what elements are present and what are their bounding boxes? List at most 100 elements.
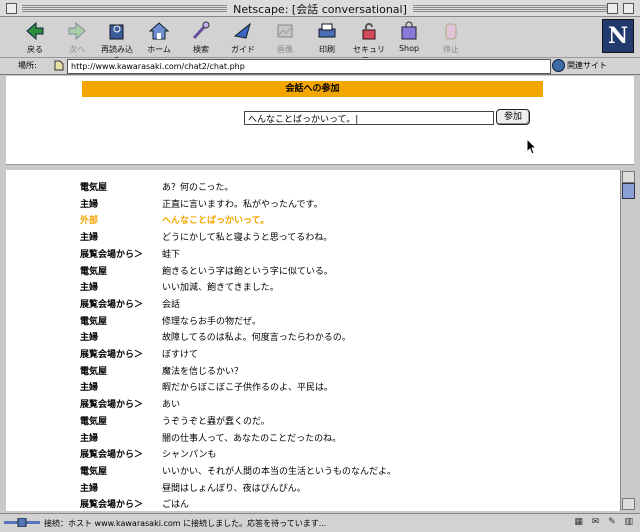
chat-speaker: 電気屋	[80, 416, 108, 427]
chat-message: どうにかして私と寝ようと思ってるわね。	[162, 233, 333, 244]
status-text: 接続：ホスト www.kawarasaki.com に接続しました。応答を待って…	[44, 519, 327, 528]
home-button[interactable]: ホーム	[140, 20, 178, 55]
shop-label: Shop	[398, 44, 420, 53]
chat-speaker: 電気屋	[80, 266, 108, 277]
chat-message: 修理ならお手の物だぜ。	[162, 316, 262, 327]
status-bar: 接続：ホスト www.kawarasaki.com に接続しました。応答を待って…	[0, 513, 640, 532]
chat-speaker: 展覧会場から＞	[80, 350, 144, 360]
chat-row: 電気屋 いいかい、それが人間の本当の生活というものなんだよ。	[6, 460, 620, 477]
join-frame: 会話への参加 参加	[6, 76, 634, 164]
chat-message: ごはん	[162, 500, 190, 511]
message-input[interactable]	[244, 111, 494, 125]
home-icon	[148, 22, 170, 40]
chat-message: 会話	[162, 299, 181, 310]
chat-log-frame: 電気屋 あ？何のこった。 主婦 正直に言いますわ。私がやったんです。 外部 へんなことばっ…	[6, 170, 620, 511]
guide-button[interactable]: ガイド	[224, 20, 262, 55]
join-banner: 会話への参加	[82, 81, 543, 97]
scroll-up-arrow[interactable]	[622, 171, 635, 183]
images-icon	[277, 24, 293, 38]
images-button[interactable]: 画像	[266, 20, 304, 55]
chat-row: 電気屋 飽きるという字は飽という字に似ている。	[6, 260, 620, 277]
stop-icon	[445, 23, 457, 40]
print-button[interactable]: 印刷	[308, 20, 346, 55]
security-lock-icon	[362, 23, 376, 40]
location-input[interactable]	[67, 59, 551, 74]
status-icons: ▦ ✉ ✎ ▥	[574, 517, 636, 527]
chat-message: 故障してるのは私よ。何度言ったらわかるの。	[162, 333, 351, 344]
join-button[interactable]: 参加	[496, 109, 530, 125]
chat-message: 蛙下	[162, 249, 181, 260]
mouse-cursor-icon	[526, 138, 538, 155]
chat-row: 外部 へんなことばっかいって。	[6, 209, 620, 226]
chat-message: いいかい、それが人間の本当の生活というものなんだよ。	[162, 466, 397, 477]
chat-message: 闇の仕事人って、あなたのことだったのね。	[162, 433, 342, 444]
chat-row: 電気屋 うぞうぞと蟲が蠢くのだ。	[6, 410, 620, 427]
guide-icon	[233, 22, 251, 39]
chat-row: 展覧会場から＞ 会話	[6, 293, 620, 310]
chat-row: 主婦 正直に言いますわ。私がやったんです。	[6, 193, 620, 210]
back-label: 戻る	[27, 45, 43, 54]
chat-row: 展覧会場から＞ 蛙下	[6, 243, 620, 260]
chat-speaker: 主婦	[80, 483, 99, 494]
netscape-logo[interactable]: N	[602, 19, 634, 53]
chat-message: 正直に言いますわ。私がやったんです。	[162, 199, 323, 210]
chat-message: いい加減、飽きてきました。	[162, 283, 279, 294]
chat-speaker: 主婦	[80, 233, 99, 244]
chat-speaker: 主婦	[80, 383, 99, 394]
chat-speaker: 展覧会場から＞	[80, 299, 144, 310]
chat-speaker: 展覧会場から＞	[80, 400, 144, 411]
location-label: 場所:	[18, 61, 37, 70]
chat-row: 主婦 闇の仕事人って、あなたのことだったのね。	[6, 427, 620, 444]
chat-row: 展覧会場から＞ あい	[6, 393, 620, 410]
chat-message: あい	[162, 400, 181, 411]
chat-message: あ？何のこった。	[162, 183, 234, 193]
print-label: 印刷	[319, 45, 335, 54]
chat-message: へんなことばっかいって。	[162, 216, 270, 227]
chat-speaker: 電気屋	[80, 366, 108, 377]
chat-speaker: 電気屋	[80, 183, 108, 193]
connection-status-icon	[4, 518, 40, 527]
reload-icon	[109, 24, 124, 40]
chat-row: 展覧会場から＞ ぼすけて	[6, 343, 620, 360]
chat-speaker: 主婦	[80, 333, 99, 344]
page-proxy-icon[interactable]	[54, 60, 64, 71]
collapse-box[interactable]	[623, 3, 634, 14]
stop-button[interactable]: 停止	[432, 20, 470, 55]
chat-speaker: 展覧会場から＞	[80, 500, 144, 511]
location-bar: 場所: 関連サイト	[0, 58, 640, 75]
scroll-thumb[interactable]	[622, 183, 635, 199]
vertical-scrollbar[interactable]	[620, 170, 635, 511]
navigation-toolbar: 戻る 次へ 再読み込み ホーム 検索 ガイド 画像 印刷 セキュリティ Shop…	[0, 17, 640, 65]
chat-row: 主婦 昼間はしょんぼり、夜はぴんぴん。	[6, 477, 620, 494]
search-icon	[192, 21, 210, 40]
search-label: 検索	[193, 45, 209, 54]
related-sites-button[interactable]: 関連サイト	[552, 59, 607, 72]
chat-message: 昼間はしょんぼり、夜はぴんぴん。	[162, 483, 306, 494]
back-button[interactable]: 戻る	[16, 20, 54, 55]
forward-button[interactable]: 次へ	[58, 20, 96, 55]
chat-row: 主婦 暇だからぼこぼこ子供作るのよ、平民は。	[6, 376, 620, 393]
forward-label: 次へ	[69, 45, 85, 54]
chat-row: 展覧会場から＞ シャンパンも	[6, 443, 620, 460]
chat-message: 飽きるという字は飽という字に似ている。	[162, 266, 333, 277]
chat-speaker: 電気屋	[80, 466, 108, 477]
related-sites-label: 関連サイト	[567, 61, 607, 70]
chat-speaker: 展覧会場から＞	[80, 249, 144, 260]
title-bar: Netscape: [会話 conversational]	[0, 0, 640, 17]
chat-row: 電気屋 修理ならお手の物だぜ。	[6, 310, 620, 327]
window-title: Netscape: [会話 conversational]	[227, 3, 413, 16]
chat-speaker: 主婦	[80, 433, 99, 444]
chat-row: 主婦 いい加減、飽きてきました。	[6, 276, 620, 293]
shop-button[interactable]: Shop	[390, 20, 428, 53]
chat-message: ぼすけて	[162, 350, 199, 360]
chat-message: 暇だからぼこぼこ子供作るのよ、平民は。	[162, 383, 334, 394]
scroll-down-arrow[interactable]	[622, 498, 635, 510]
print-icon	[318, 23, 336, 38]
chat-speaker: 外部	[80, 216, 99, 227]
search-button[interactable]: 検索	[182, 20, 220, 55]
chat-row: 主婦 どうにかして私と寝ようと思ってるわね。	[6, 226, 620, 243]
chat-row: 電気屋 あ？何のこった。	[6, 176, 620, 193]
guide-label: ガイド	[231, 45, 255, 54]
zoom-box[interactable]	[607, 3, 618, 14]
chat-message: 魔法を信じるかい？	[162, 366, 244, 377]
